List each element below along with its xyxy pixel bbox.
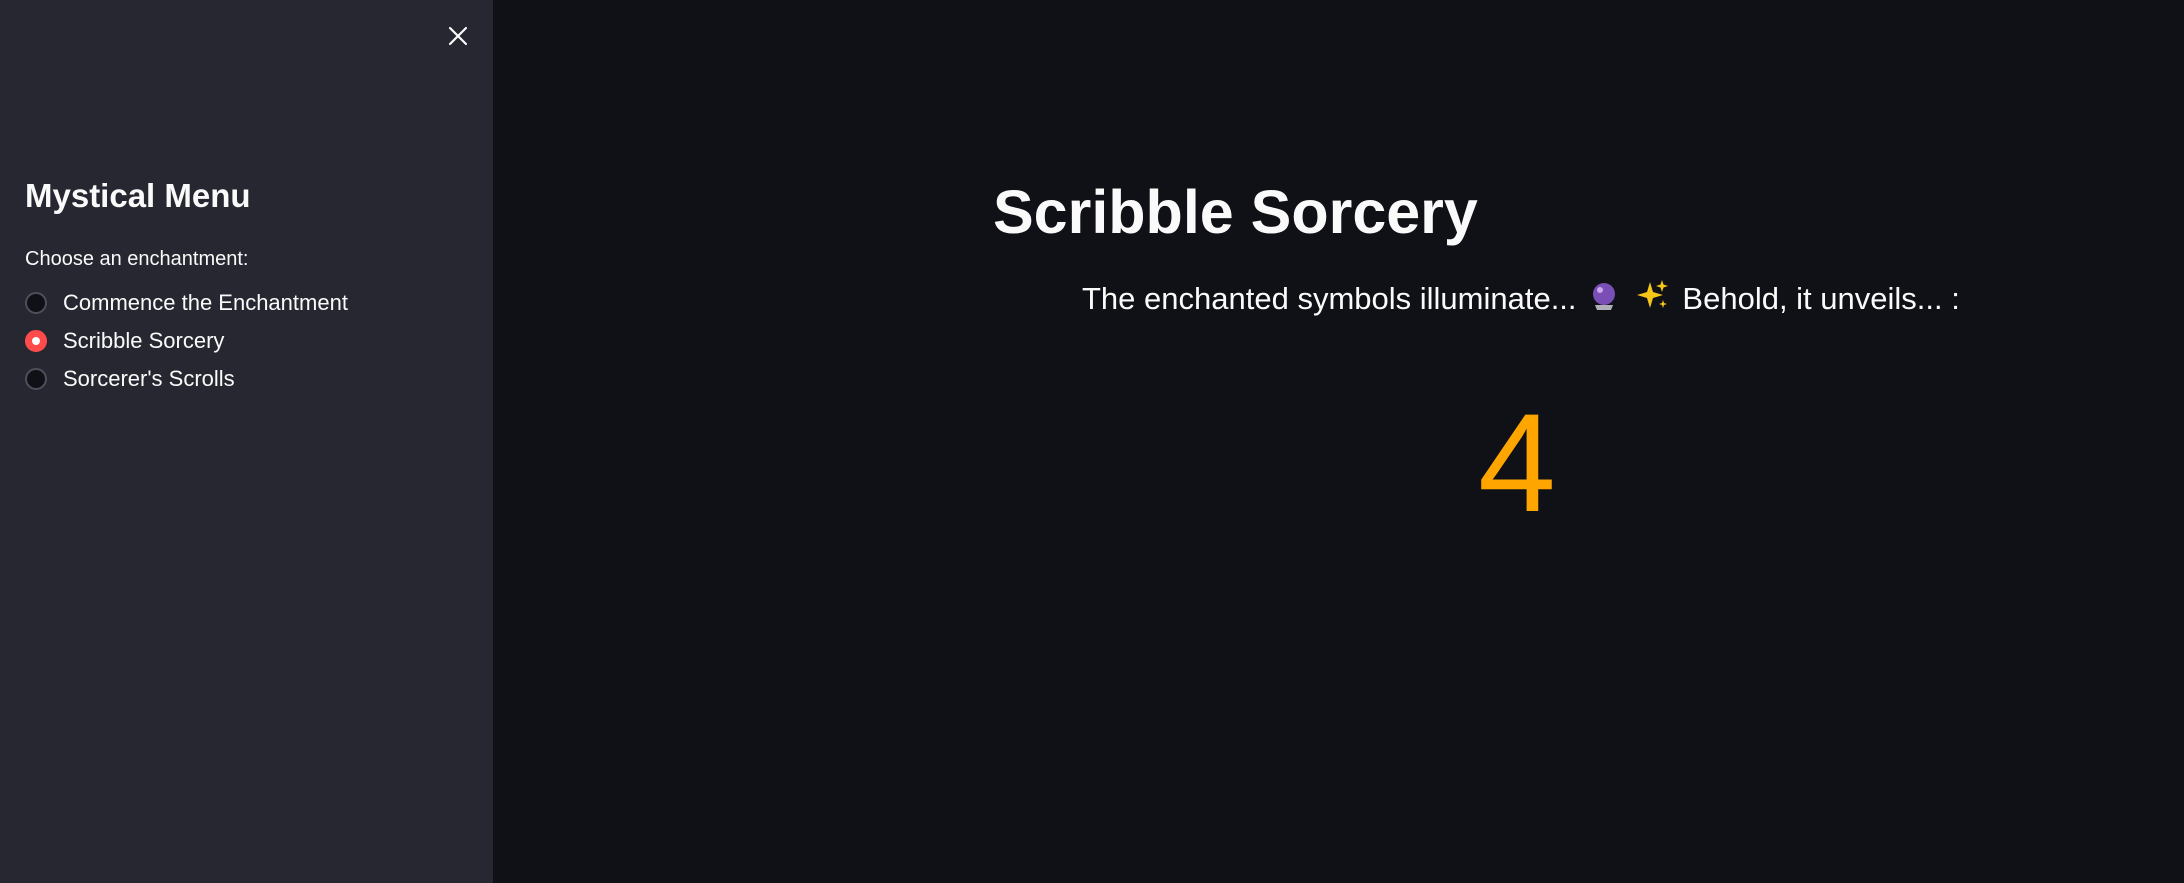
radio-button-unselected[interactable] (25, 292, 47, 314)
sparkles-icon (1636, 278, 1670, 323)
close-icon (448, 26, 468, 46)
radio-button-unselected[interactable] (25, 368, 47, 390)
radio-group-label: Choose an enchantment: (25, 248, 249, 270)
page-title: Scribble Sorcery (993, 178, 1478, 246)
result-caption: The enchanted symbols illuminate... Beho… (1082, 278, 1960, 323)
radio-option-label: Sorcerer's Scrolls (63, 366, 235, 391)
app-root: Mystical Menu Choose an enchantment: Com… (0, 0, 2184, 883)
sidebar-title: Mystical Menu (25, 177, 251, 214)
main-content: Scribble Sorcery The enchanted symbols i… (493, 0, 2184, 883)
crystal-ball-icon (1589, 280, 1619, 322)
radio-option-scrolls[interactable]: Sorcerer's Scrolls (25, 360, 348, 398)
close-sidebar-button[interactable] (440, 18, 476, 54)
caption-text-before: The enchanted symbols illuminate... (1082, 281, 1577, 316)
radio-option-scribble[interactable]: Scribble Sorcery (25, 322, 348, 360)
radio-button-selected[interactable] (25, 330, 47, 352)
caption-text-after: Behold, it unveils... : (1682, 281, 1960, 316)
sidebar: Mystical Menu Choose an enchantment: Com… (0, 0, 493, 883)
predicted-digit: 4 (1478, 384, 1556, 541)
radio-option-label: Scribble Sorcery (63, 328, 225, 353)
radio-option-label: Commence the Enchantment (63, 290, 348, 315)
radio-option-commence[interactable]: Commence the Enchantment (25, 284, 348, 322)
radio-group: Commence the Enchantment Scribble Sorcer… (25, 284, 348, 398)
